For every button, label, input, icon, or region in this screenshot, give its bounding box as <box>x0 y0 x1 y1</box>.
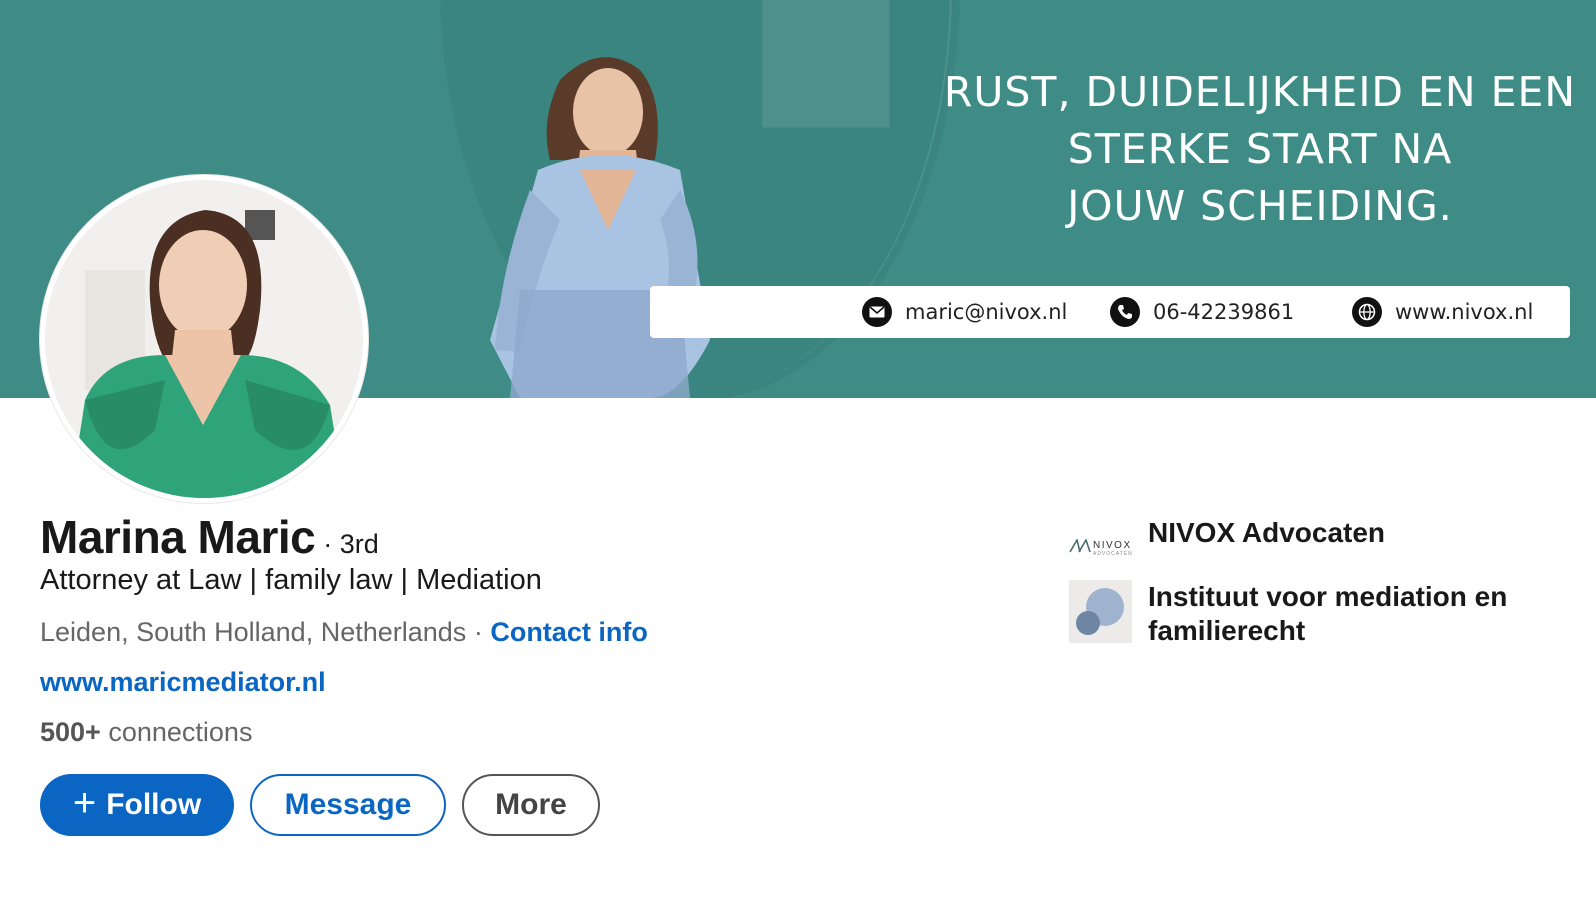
banner-tagline-line: STERKE START NA <box>1067 125 1453 173</box>
separator-dot: · <box>473 617 483 647</box>
profile-website-row: www.maricmediator.nl <box>40 667 326 698</box>
connections-number: 500+ <box>40 717 101 747</box>
phone-icon <box>1110 297 1140 327</box>
profile-location: Leiden, South Holland, Netherlands <box>40 617 467 647</box>
banner-person-image <box>490 57 710 398</box>
organization-item[interactable]: Instituut voor mediation en familierecht <box>1069 580 1528 648</box>
connection-degree: · 3rd <box>323 529 379 559</box>
profile-name-row: Marina Maric · 3rd <box>40 510 379 564</box>
profile-location-row: Leiden, South Holland, Netherlands · Con… <box>40 617 648 648</box>
banner-tagline-line: RUST, DUIDELIJKHEID EN EEN <box>943 68 1577 116</box>
contact-info-link[interactable]: Contact info <box>490 617 647 647</box>
profile-name: Marina Maric <box>40 511 316 563</box>
connections-count[interactable]: 500+ connections <box>40 717 252 748</box>
profile-headline: Attorney at Law | family law | Mediation <box>40 564 542 596</box>
globe-icon <box>1352 297 1382 327</box>
follow-button-label: Follow <box>106 788 202 821</box>
connections-label: connections <box>108 717 253 747</box>
nivox-logo-icon: NIVOX ADVOCATEN <box>1069 516 1132 579</box>
organization-name: NIVOX Advocaten <box>1148 517 1386 548</box>
circles-logo-icon <box>1069 580 1132 643</box>
more-button-label: More <box>495 788 567 821</box>
banner-contact-strip: maric@nivox.nl 06-42239861 www.nivox.nl <box>650 286 1570 338</box>
plus-icon: + <box>72 781 97 825</box>
mail-icon <box>862 297 892 327</box>
follow-button[interactable]: + Follow <box>40 774 234 836</box>
banner-phone: 06-42239861 <box>1110 297 1294 327</box>
profile-card: RUST, DUIDELIJKHEID EN EEN STERKE START … <box>0 0 1596 898</box>
banner-tagline: RUST, DUIDELIJKHEID EN EEN STERKE START … <box>940 64 1580 235</box>
banner-website: www.nivox.nl <box>1352 297 1533 327</box>
organization-item[interactable]: NIVOX ADVOCATEN NIVOX Advocaten <box>1069 516 1385 579</box>
banner-email: maric@nivox.nl <box>862 297 1067 327</box>
profile-website-link[interactable]: www.maricmediator.nl <box>40 667 326 697</box>
banner-tagline-line: JOUW SCHEIDING. <box>1067 182 1453 230</box>
organization-name: Instituut voor mediation en familierecht <box>1148 581 1508 646</box>
profile-avatar[interactable] <box>40 175 368 503</box>
message-button[interactable]: Message <box>250 774 446 836</box>
more-button[interactable]: More <box>462 774 600 836</box>
message-button-label: Message <box>284 788 412 821</box>
